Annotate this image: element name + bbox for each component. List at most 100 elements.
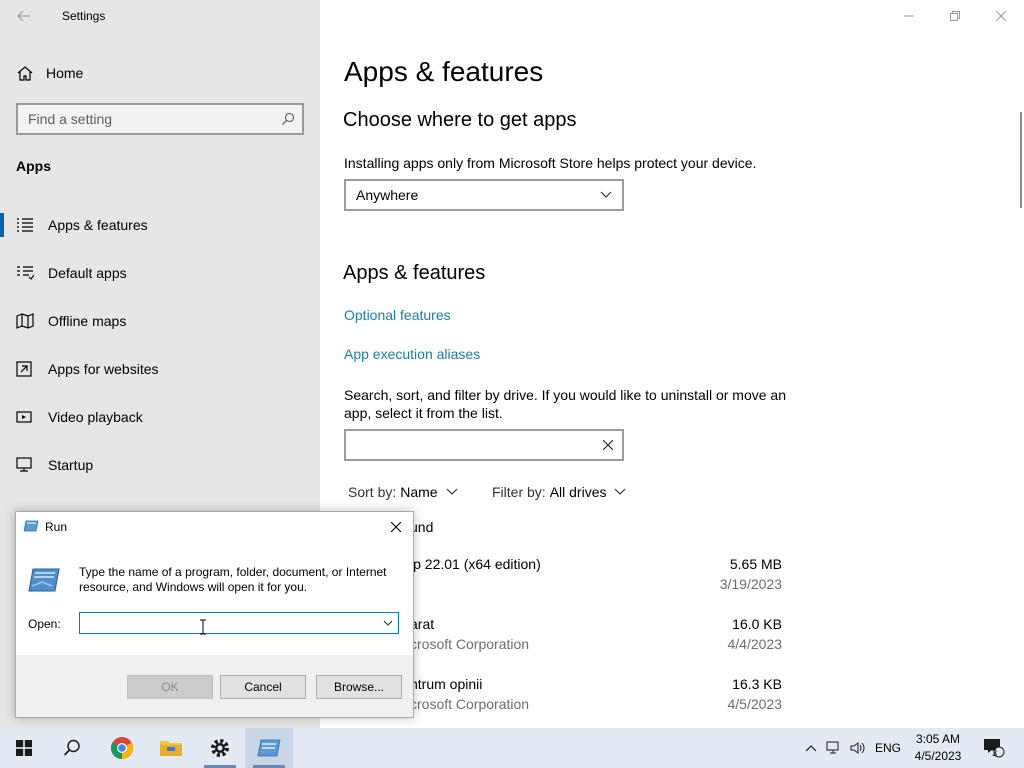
back-arrow-icon: [17, 10, 30, 22]
input-language-indicator[interactable]: ENG: [872, 728, 904, 768]
close-button[interactable]: [978, 0, 1024, 32]
filter-by-label: Filter by:: [492, 484, 546, 500]
run-program-icon: [28, 568, 60, 592]
filter-by-control[interactable]: Filter by: All drives: [492, 484, 626, 500]
app-install-date: 4/4/2023: [727, 636, 783, 652]
chrome-icon: [111, 737, 133, 759]
app-name: ntrum opinii: [410, 676, 483, 692]
clock-time: 3:05 AM: [915, 732, 961, 746]
sidebar-item-label: Video playback: [48, 409, 143, 425]
run-dialog-title: Run: [45, 520, 68, 534]
minimize-button[interactable]: [886, 0, 932, 32]
volume-icon: [850, 742, 865, 754]
run-dialog-titlebar[interactable]: Run: [16, 512, 413, 542]
startup-icon: [16, 457, 32, 472]
sidebar-item-startup[interactable]: Startup: [0, 445, 320, 485]
show-hidden-icons-button[interactable]: [801, 728, 821, 768]
sort-by-value: Name: [400, 484, 438, 500]
run-taskbar-button[interactable]: [245, 728, 293, 768]
open-command-input[interactable]: [79, 612, 399, 634]
restore-button[interactable]: [932, 0, 978, 32]
app-install-date: 3/19/2023: [719, 576, 782, 592]
optional-features-link[interactable]: Optional features: [344, 307, 451, 323]
search-description: Search, sort, and filter by drive. If yo…: [344, 386, 786, 422]
selected-indicator: [0, 213, 4, 237]
clock-date: 4/5/2023: [914, 749, 962, 763]
clear-search-icon[interactable]: [600, 437, 616, 453]
close-icon: [996, 11, 1006, 21]
sort-by-control[interactable]: Sort by: Name: [348, 484, 458, 500]
settings-taskbar-button[interactable]: [196, 728, 244, 768]
tray-accessibility-button[interactable]: [823, 728, 845, 768]
action-center-button[interactable]: 3: [980, 728, 1008, 768]
choose-apps-description: Installing apps only from Microsoft Stor…: [344, 155, 757, 171]
sidebar-item-default-apps[interactable]: Default apps: [0, 253, 320, 293]
chevron-down-icon: [615, 488, 626, 495]
home-icon: [17, 66, 33, 81]
app-execution-aliases-link[interactable]: App execution aliases: [344, 346, 480, 362]
chevron-down-icon[interactable]: [382, 617, 394, 629]
back-button[interactable]: [10, 4, 38, 28]
sidebar-section-title: Apps: [16, 158, 51, 174]
app-publisher: crosoft Corporation: [410, 696, 530, 712]
home-label: Home: [46, 65, 84, 81]
chevron-up-icon: [805, 745, 817, 752]
app-list-search-input[interactable]: [344, 429, 624, 461]
close-icon: [391, 522, 401, 532]
app-install-date: 4/5/2023: [727, 696, 783, 712]
open-label: Open:: [28, 617, 61, 631]
minimize-icon: [904, 15, 914, 17]
window-title: Settings: [62, 9, 106, 23]
app-source-dropdown[interactable]: Anywhere: [344, 179, 624, 211]
search-icon[interactable]: [274, 105, 302, 133]
video-playback-icon: [16, 411, 32, 423]
file-explorer-taskbar-button[interactable]: [147, 728, 195, 768]
sidebar-item-home[interactable]: Home: [16, 60, 83, 86]
start-button[interactable]: [0, 728, 48, 768]
run-dialog-body: Type the name of a program, folder, docu…: [16, 542, 413, 655]
sort-by-label: Sort by:: [348, 484, 397, 500]
run-dialog: Run Type the name of a program, folder, …: [15, 511, 414, 718]
gear-icon: [211, 739, 229, 757]
sidebar-item-label: Offline maps: [48, 313, 127, 329]
chrome-taskbar-button[interactable]: [98, 728, 146, 768]
search-button[interactable]: [48, 728, 96, 768]
windows-logo-icon: [16, 740, 32, 756]
run-description: Type the name of a program, folder, docu…: [79, 565, 387, 594]
chevron-down-icon: [590, 191, 622, 199]
apps-for-websites-icon: [16, 361, 32, 377]
sidebar-item-video-playback[interactable]: Video playback: [0, 397, 320, 437]
tray-volume-button[interactable]: [847, 728, 869, 768]
choose-apps-heading: Choose where to get apps: [343, 109, 577, 131]
taskbar-clock[interactable]: 3:05 AM 4/5/2023: [910, 731, 966, 765]
sidebar-item-apps-features[interactable]: Apps & features: [0, 205, 320, 245]
scrollbar[interactable]: [1020, 112, 1022, 208]
browse-button[interactable]: Browse...: [316, 675, 402, 699]
app-size: 16.0 KB: [732, 616, 782, 632]
chevron-down-icon: [446, 488, 458, 495]
ok-button[interactable]: OK: [127, 675, 213, 699]
app-size: 5.65 MB: [729, 556, 782, 572]
sidebar-item-apps-for-websites[interactable]: Apps for websites: [0, 349, 320, 389]
sidebar-item-offline-maps[interactable]: Offline maps: [0, 301, 320, 341]
sidebar-item-label: Apps for websites: [48, 361, 159, 377]
sidebar-item-label: Default apps: [48, 265, 127, 281]
notification-count-badge: 3: [992, 748, 998, 758]
network-icon: [826, 741, 839, 754]
run-close-button[interactable]: [387, 518, 405, 536]
search-description-line: app, select it from the list.: [344, 405, 503, 421]
taskbar: ENG 3:05 AM 4/5/2023 3: [0, 728, 1024, 768]
apps-features-heading: Apps & features: [343, 262, 486, 284]
sidebar-item-label: Startup: [48, 457, 94, 473]
cancel-button[interactable]: Cancel: [220, 675, 306, 699]
text-cursor-icon: [200, 619, 206, 635]
filter-by-value: All drives: [549, 484, 607, 500]
sidebar-item-label: Apps & features: [48, 217, 148, 233]
app-source-value: Anywhere: [356, 187, 419, 203]
search-placeholder: Find a setting: [28, 111, 113, 127]
search-icon: [63, 739, 80, 756]
offline-maps-icon: [16, 313, 34, 329]
find-setting-search[interactable]: Find a setting: [16, 103, 304, 135]
app-size: 16.3 KB: [732, 676, 782, 692]
search-description-line: Search, sort, and filter by drive. If yo…: [344, 387, 786, 403]
